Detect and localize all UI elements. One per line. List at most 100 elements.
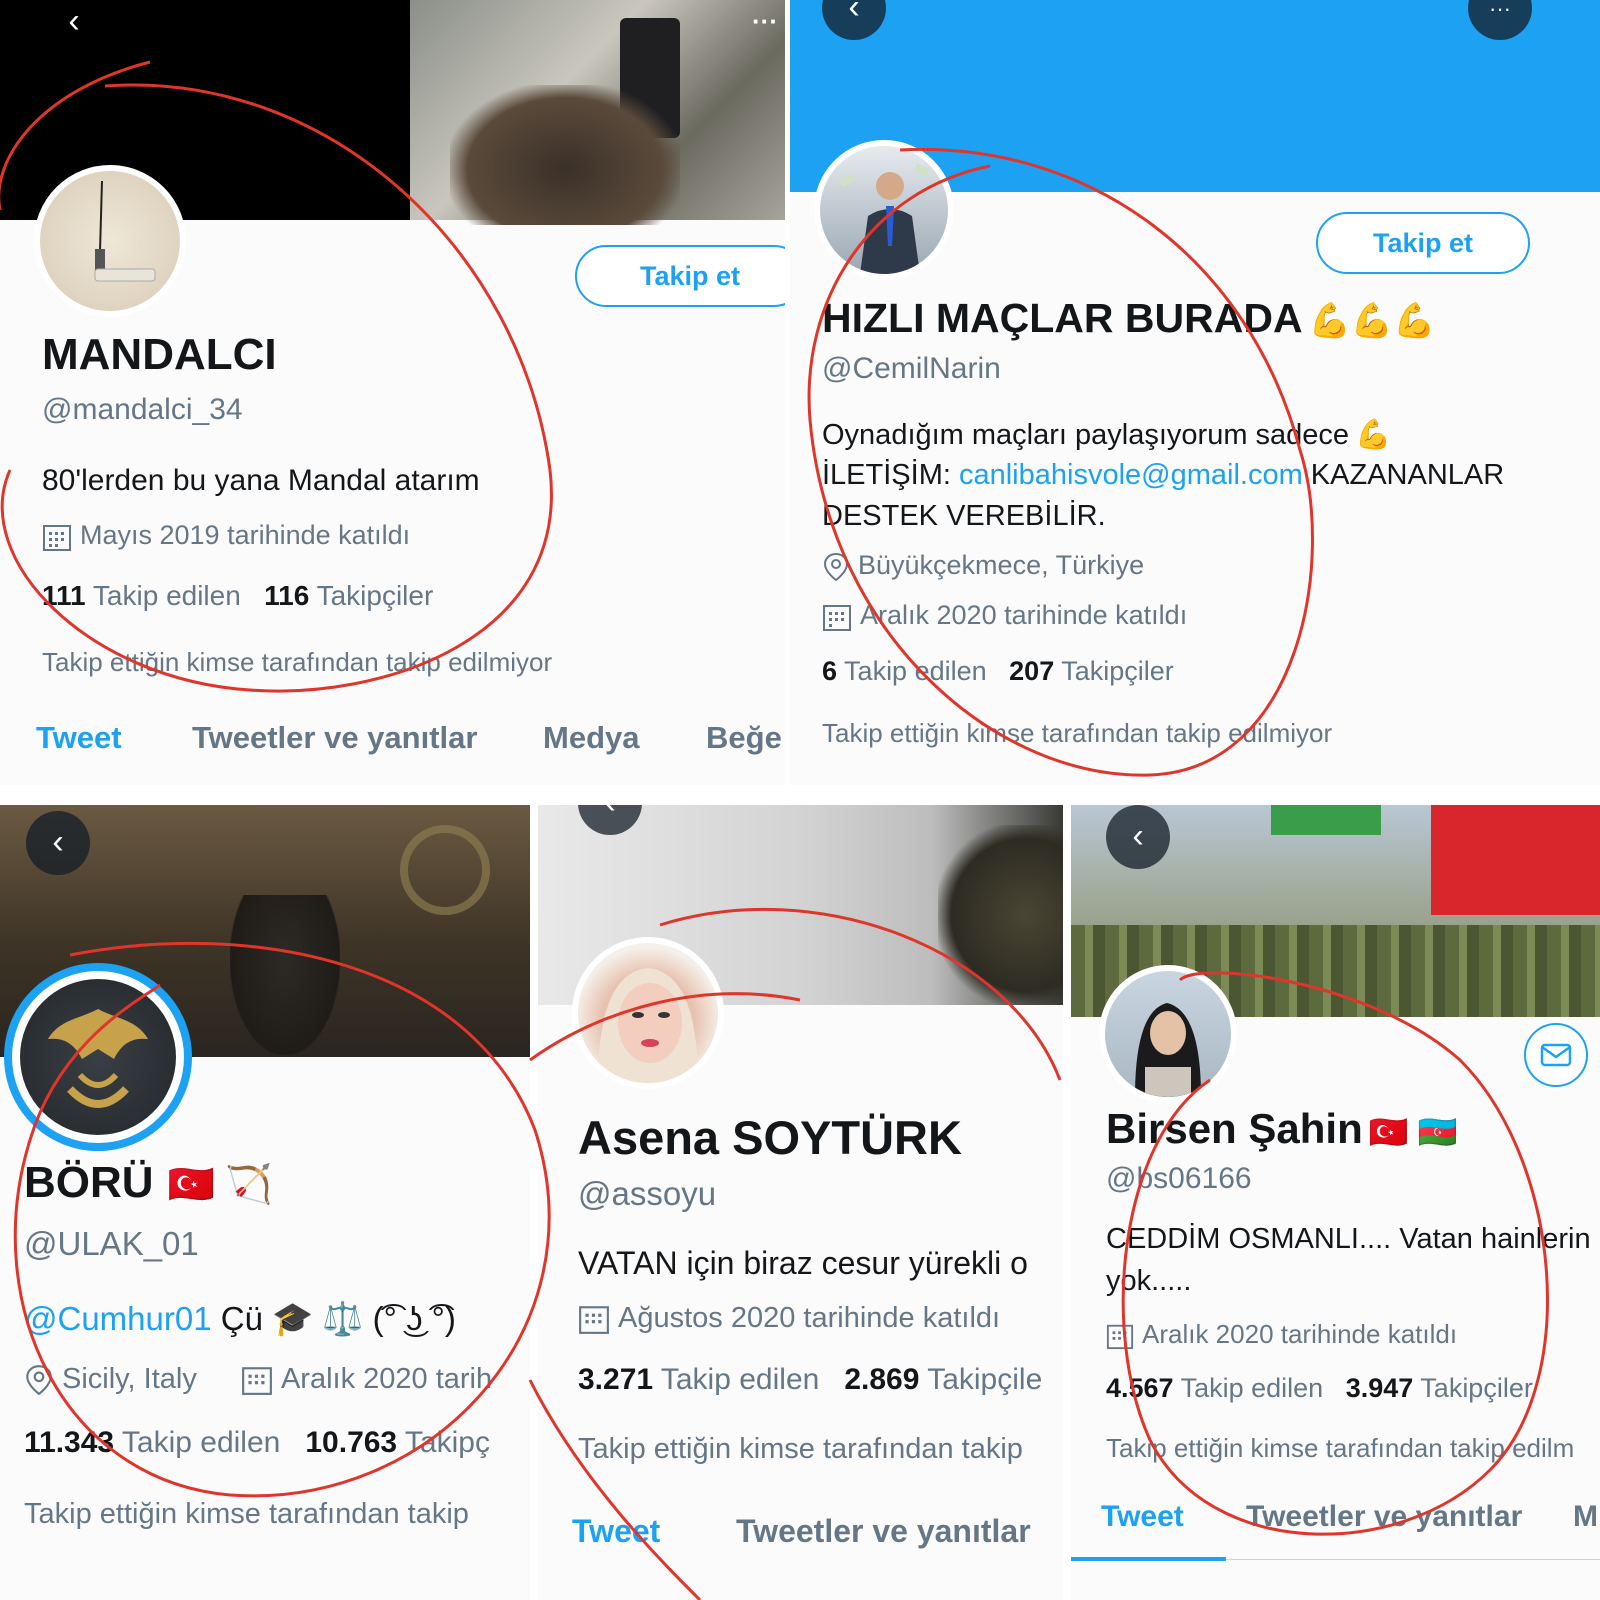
follow-button[interactable]: Takip et [575, 245, 785, 307]
follow-stats: 6 Takip edilen 207 Takipçiler [822, 656, 1174, 687]
tabs-divider [1226, 1559, 1600, 1560]
joined-text: Mayıs 2019 tarihinde katıldı [80, 520, 411, 550]
green-flag-image [1271, 805, 1381, 835]
profile-panel-asena: ‹ Asena SOYTÜRK @assoyu VATAN için biraz… [538, 805, 1063, 1600]
tab-tweets[interactable]: Tweet [36, 720, 122, 756]
profile-panel-birsen: ‹ Birsen Şahin 🇹🇷 🇦🇿 @bs06166 CEDDİM OSMA… [1071, 805, 1600, 1600]
tab-tweets-and-replies[interactable]: Tweetler ve yanıtlar [1246, 1500, 1522, 1534]
joined-text: Aralık 2020 tarih [280, 1363, 493, 1395]
username: @ULAK_01 [24, 1225, 199, 1262]
avatar[interactable] [814, 140, 954, 280]
calendar-icon [579, 1306, 609, 1335]
profile-panel-mandalci: ‹ ··· Takip et MANDALCI @mandalci_34 80'… [0, 0, 785, 785]
calendar-icon [823, 604, 851, 631]
more-options-icon[interactable]: ··· [752, 6, 778, 37]
location-and-joined: Sicily, Italy Aralık 2020 tarih [24, 1363, 492, 1396]
follow-stats: 3.271 Takip edilen 2.869 Takipçile [578, 1363, 1042, 1397]
avatar[interactable] [4, 963, 192, 1151]
following-label[interactable]: Takip edilen [122, 1426, 280, 1459]
mention-link[interactable]: @Cumhur01 [24, 1300, 212, 1337]
tab-media[interactable]: M [1573, 1500, 1598, 1534]
followed-by-note: Takip ettiğin kimse tarafından takip edi… [822, 718, 1333, 748]
avatar[interactable] [34, 165, 186, 317]
display-name: HIZLI MAÇLAR BURADA 💪💪💪 [822, 295, 1436, 342]
follow-stats: 4.567 Takip edilen 3.947 Takipçiler [1106, 1373, 1533, 1404]
bio-contact-label: İLETİŞİM: [822, 459, 959, 491]
following-count[interactable]: 11.343 [24, 1426, 114, 1459]
followers-label[interactable]: Takipç [405, 1426, 490, 1459]
soldier-image [938, 825, 1063, 1005]
turkish-flag-image [1431, 805, 1600, 915]
joined-text: Ağustos 2020 tarihinde katıldı [618, 1302, 1001, 1334]
scene-figures-image [230, 895, 340, 1055]
avatar[interactable] [1099, 965, 1237, 1103]
joined-date: Ağustos 2020 tarihinde katıldı [578, 1302, 1000, 1335]
followers-count[interactable]: 2.869 [844, 1363, 919, 1396]
flag-and-bow-icons: 🇹🇷 🏹 [167, 1164, 273, 1206]
following-label[interactable]: Takip edilen [1181, 1373, 1324, 1403]
back-button[interactable]: ‹ [26, 811, 90, 875]
tab-likes[interactable]: Beğe [706, 720, 782, 756]
followers-label[interactable]: Takipçile [927, 1363, 1042, 1396]
followers-count[interactable]: 207 [1009, 656, 1054, 686]
mail-icon [1540, 1043, 1572, 1067]
active-tab-indicator [1071, 1557, 1226, 1561]
followers-count[interactable]: 10.763 [305, 1426, 397, 1459]
flexed-biceps-icons: 💪💪💪 [1308, 302, 1436, 340]
following-count[interactable]: 4.567 [1106, 1373, 1174, 1403]
followed-by-note: Takip ettiğin kimse tarafından takip edi… [1106, 1433, 1575, 1463]
bio-text: Oynadığım maçları paylaşıyorum sadece [822, 419, 1350, 451]
location-pin-icon [823, 552, 849, 582]
calendar-icon [1106, 1324, 1134, 1350]
tab-tweets-and-replies[interactable]: Tweetler ve yanıtlar [192, 720, 477, 756]
following-count[interactable]: 3.271 [578, 1363, 653, 1396]
back-button[interactable]: ‹ [1106, 805, 1170, 869]
location-pin-icon [26, 1365, 52, 1396]
message-button[interactable] [1524, 1023, 1588, 1087]
profile-tabs: Tweet Tweetler ve yanıtlar Medya Beğe [0, 720, 785, 770]
follow-button[interactable]: Takip et [1316, 212, 1530, 274]
followers-label[interactable]: Takipçiler [1061, 656, 1174, 686]
joined-date: Mayıs 2019 tarihinde katıldı [42, 520, 410, 552]
followers-label[interactable]: Takipçiler [317, 580, 434, 611]
calendar-icon [43, 524, 71, 551]
joined-text: Aralık 2020 tarihinde katıldı [860, 600, 1188, 630]
bio-line-2: İLETİŞİM: canlibahisvole@gmail.com KAZAN… [822, 459, 1504, 492]
followers-count[interactable]: 3.947 [1346, 1373, 1414, 1403]
username: @mandalci_34 [42, 393, 243, 426]
display-name-text: Birsen Şahin [1106, 1105, 1363, 1152]
followers-label[interactable]: Takipçiler [1420, 1373, 1533, 1403]
username: @assoyu [578, 1175, 717, 1212]
eagle-emblem-image [20, 979, 176, 1135]
bio-rest: Çü 🎓 ⚖️ (͡° ͜ʖ ͡°) [211, 1300, 456, 1337]
tab-tweets[interactable]: Tweet [1101, 1500, 1184, 1534]
following-label[interactable]: Takip edilen [661, 1363, 819, 1396]
email-link[interactable]: canlibahisvole@gmail.com [959, 459, 1303, 491]
flag-icons: 🇹🇷 🇦🇿 [1368, 1114, 1458, 1150]
woman-portrait-image [1135, 1003, 1201, 1097]
bio-text: @Cumhur01 Çü 🎓 ⚖️ (͡° ͜ʖ ͡°) [24, 1300, 456, 1339]
tab-media[interactable]: Medya [543, 720, 639, 756]
following-label[interactable]: Takip edilen [844, 656, 987, 686]
following-label[interactable]: Takip edilen [93, 580, 241, 611]
location: Büyükçekmece, Türkiye [822, 550, 1144, 582]
bio-text: VATAN için biraz cesur yürekli o [578, 1245, 1028, 1281]
profile-tabs: Tweet Tweetler ve yanıtlar [538, 1513, 1063, 1563]
followers-count[interactable]: 116 [264, 580, 309, 611]
followed-by-note: Takip ettiğin kimse tarafından takip [578, 1433, 1023, 1465]
avatar[interactable] [572, 937, 724, 1089]
bio-line-3: DESTEK VEREBİLİR. [822, 500, 1106, 532]
clothespin-image [94, 180, 156, 282]
calendar-icon [242, 1367, 272, 1396]
joined-date: Aralık 2020 tarihinde katıldı [822, 600, 1187, 632]
following-count[interactable]: 111 [42, 580, 86, 611]
location-text: Büyükçekmece, Türkiye [858, 550, 1145, 580]
display-name-text: HIZLI MAÇLAR BURADA [822, 295, 1303, 341]
profile-tabs: Tweet Tweetler ve yanıtlar M [1071, 1500, 1600, 1560]
tab-tweets[interactable]: Tweet [572, 1513, 660, 1550]
profile-panel-hizli-maclar: ‹ ··· Takip et HIZLI MAÇLAR BURADA 💪💪💪 @C… [790, 0, 1600, 785]
following-count[interactable]: 6 [822, 656, 837, 686]
display-name-text: BÖRÜ [24, 1158, 154, 1207]
follow-stats: 11.343 Takip edilen 10.763 Takipç [24, 1426, 490, 1460]
tab-tweets-and-replies[interactable]: Tweetler ve yanıtlar [736, 1513, 1031, 1550]
